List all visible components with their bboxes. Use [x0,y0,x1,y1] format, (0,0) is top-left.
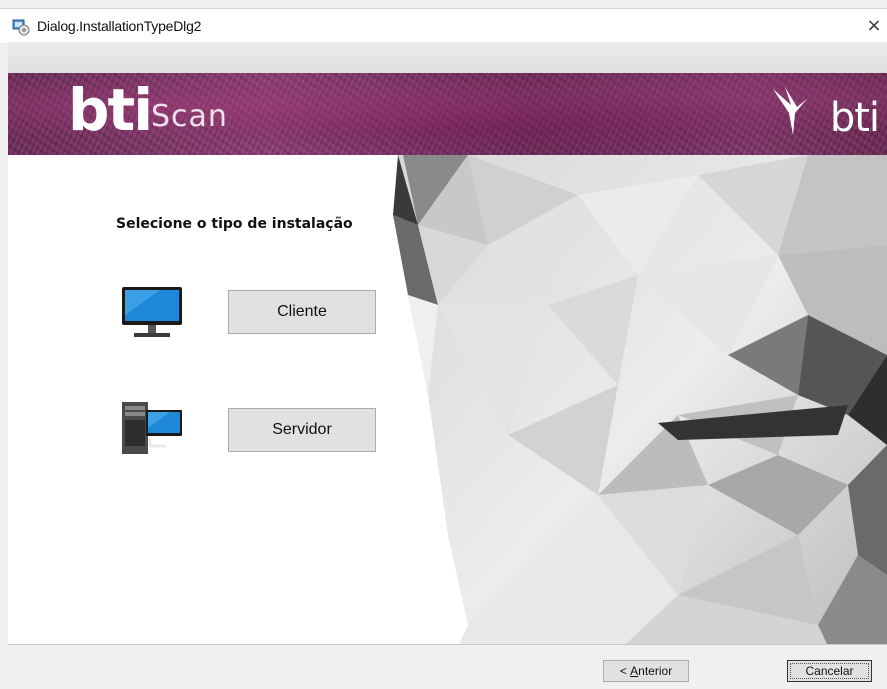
back-button-label: nterior [638,664,673,678]
back-button-prefix: < [619,664,631,678]
window-title: Dialog.InstallationTypeDlg2 [37,18,202,34]
monitor-icon [122,287,182,337]
installer-app-icon [12,19,30,36]
title-bar: Dialog.InstallationTypeDlg2 × [0,8,887,43]
content-area: Selecione o tipo de instalação Cliente S… [8,155,887,645]
face-illustration [378,155,887,645]
brand-banner: bti Scan bti [8,73,887,155]
server-button[interactable]: Servidor [228,408,376,452]
installer-window: Dialog.InstallationTypeDlg2 × bti Scan b… [0,0,887,689]
header-strip [8,42,887,73]
back-button-accel: A [630,664,639,678]
client-button[interactable]: Cliente [228,290,376,334]
product-logo-sub: Scan [151,99,228,134]
back-button[interactable]: < Anterior [603,660,689,682]
bird-logo-icon [773,87,807,135]
page-heading: Selecione o tipo de instalação [116,216,353,232]
close-icon[interactable]: × [861,13,887,39]
product-logo: bti [68,76,153,144]
brand-logo: bti [829,95,880,141]
cancel-button[interactable]: Cancelar [787,660,872,682]
server-icon [122,402,182,454]
footer-bar: < Anterior Cancelar [8,645,887,689]
